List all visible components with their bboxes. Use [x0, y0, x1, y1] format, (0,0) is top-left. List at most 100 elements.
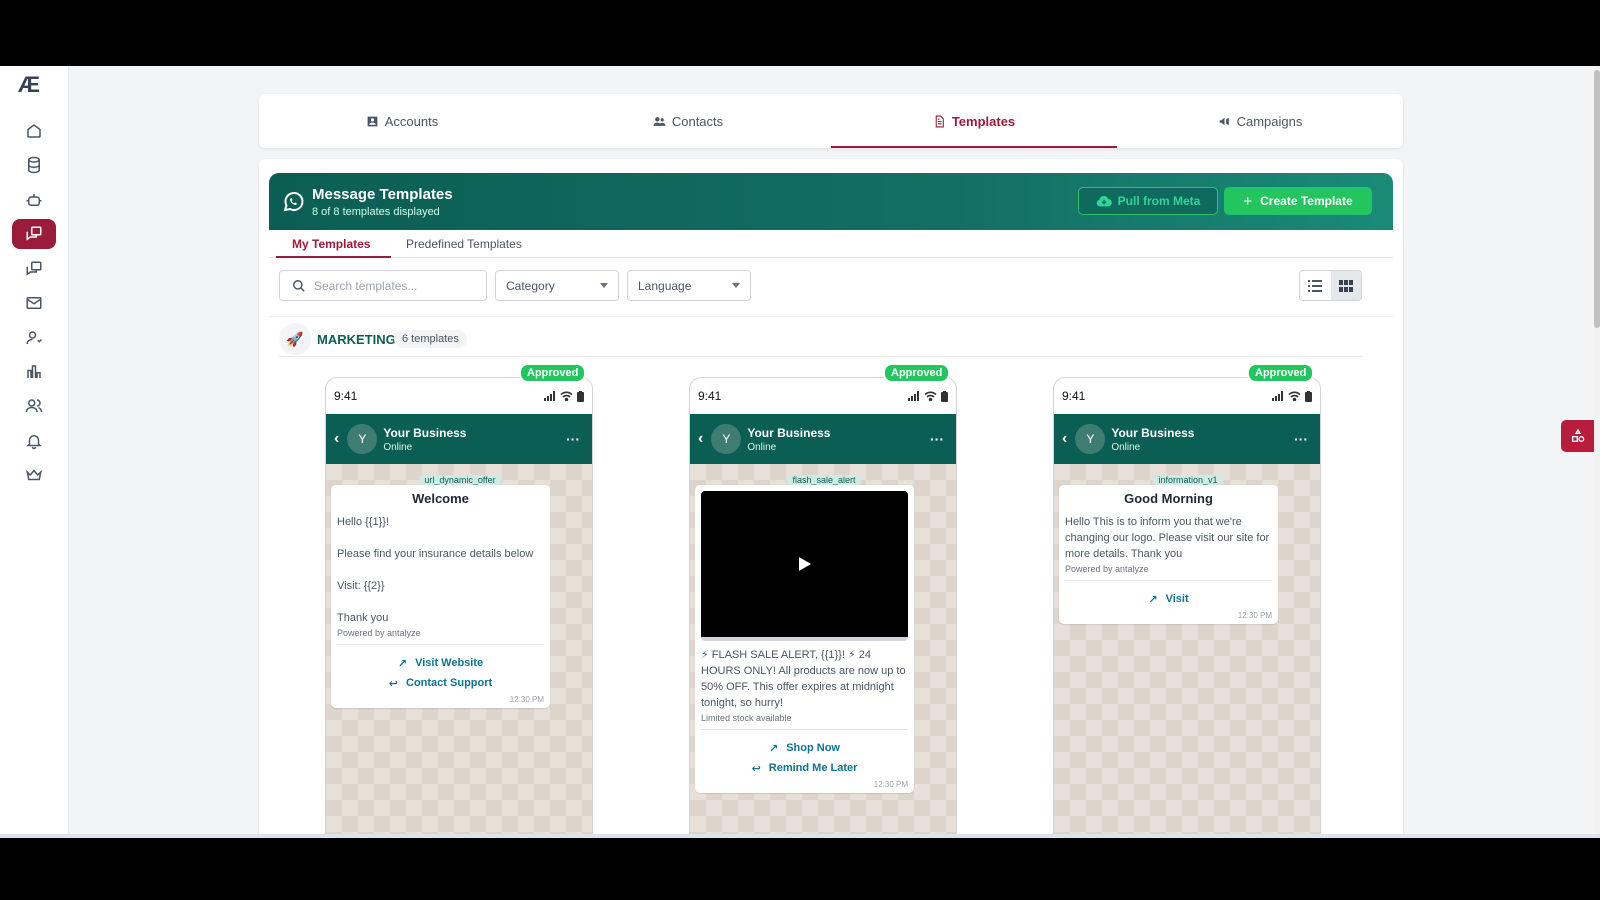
message-bubble: Good Morning Hello This is to inform you…: [1059, 485, 1278, 624]
phone-time: 9:41: [334, 389, 358, 403]
chat-background: information_v1 Good Morning Hello This i…: [1054, 464, 1320, 834]
mail-icon[interactable]: [12, 288, 56, 318]
document-icon: [935, 115, 944, 127]
business-name: Your Business: [1111, 425, 1195, 440]
status-icons: [908, 390, 948, 402]
cloud-download-icon: [1096, 195, 1112, 207]
tab-predefined-templates[interactable]: Predefined Templates: [406, 237, 522, 251]
status-icons: [1272, 390, 1312, 402]
tab-my-templates[interactable]: My Templates: [292, 237, 370, 251]
home-icon[interactable]: [12, 116, 56, 146]
template-name: flash_sale_alert: [787, 475, 861, 485]
grid-icon: [1338, 279, 1353, 292]
templates-chat-icon[interactable]: [12, 219, 56, 249]
bot-icon[interactable]: [12, 185, 56, 215]
account-box-icon: [367, 116, 378, 126]
battery-icon: [1305, 390, 1312, 402]
template-card[interactable]: 9:41 ‹ Y Your Business Online ···: [689, 377, 957, 834]
external-link-icon: ↗: [397, 657, 408, 670]
remind-me-later-button[interactable]: ↩ Remind Me Later: [701, 758, 908, 778]
page-title: Message Templates: [312, 186, 453, 203]
view-toggle: [1299, 270, 1362, 301]
message-body: ⚡ FLASH SALE ALERT, {{1}}! ⚡ 24 HOURS ON…: [701, 649, 906, 709]
wifi-icon: [560, 391, 573, 401]
section-title: MARKETING: [317, 332, 396, 347]
play-icon: [798, 557, 811, 571]
video-preview[interactable]: [701, 491, 908, 641]
page-scrollbar[interactable]: [1594, 66, 1600, 834]
category-select[interactable]: Category: [495, 270, 619, 301]
chevron-down-icon: [600, 283, 608, 288]
signal-icon: [544, 391, 555, 401]
more-icon[interactable]: ···: [930, 431, 944, 447]
create-template-button[interactable]: + Create Template: [1224, 187, 1372, 215]
status-icons: [544, 390, 584, 402]
templates-count-text: 8 of 8 templates displayed: [312, 206, 440, 218]
users-icon[interactable]: [12, 391, 56, 421]
back-arrow-icon[interactable]: ‹: [1062, 430, 1067, 448]
tab-accounts[interactable]: Accounts: [259, 94, 545, 148]
back-arrow-icon[interactable]: ‹: [334, 430, 339, 448]
pull-from-meta-button[interactable]: Pull from Meta: [1078, 187, 1218, 215]
avatar: Y: [711, 424, 742, 454]
phone-status-bar: 9:41: [326, 378, 592, 414]
template-card[interactable]: 9:41 ‹ Y Your Business Online ···: [1053, 377, 1321, 834]
message-time: 12:30 PM: [509, 695, 544, 704]
phone-time: 9:41: [1062, 389, 1086, 403]
list-view-button[interactable]: [1300, 271, 1331, 300]
bell-icon[interactable]: [12, 426, 56, 456]
template-card[interactable]: 9:41 ‹ Y Your Business Online ···: [325, 377, 593, 834]
tab-label: Campaigns: [1236, 113, 1303, 129]
user-settings-icon[interactable]: [12, 323, 56, 353]
floating-widget-button[interactable]: [1561, 420, 1594, 452]
shop-now-button[interactable]: ↗ Shop Now: [701, 738, 908, 758]
templates-banner: Message Templates 8 of 8 templates displ…: [269, 173, 1393, 230]
language-value: Language: [638, 278, 692, 293]
cta-label: Shop Now: [786, 742, 840, 754]
chat-icon[interactable]: [12, 254, 56, 284]
back-arrow-icon[interactable]: ‹: [698, 430, 703, 448]
main-area: Accounts Contacts Templates Campaigns Me…: [69, 66, 1594, 834]
contact-support-button[interactable]: ↩ Contact Support: [337, 673, 544, 693]
message-body: Hello This is to inform you that we're c…: [1065, 516, 1270, 560]
crown-icon[interactable]: [12, 460, 56, 490]
search-input[interactable]: Search templates...: [279, 270, 487, 301]
tab-campaigns[interactable]: Campaigns: [1117, 94, 1403, 148]
external-link-icon: ↗: [769, 742, 779, 755]
chat-header: ‹ Y Your Business Online ···: [326, 414, 592, 464]
filter-bar: Search templates... Category Language: [269, 259, 1393, 317]
phone-status-bar: 9:41: [690, 378, 956, 414]
tab-contacts[interactable]: Contacts: [545, 94, 831, 148]
message-header: Welcome: [412, 491, 469, 506]
message-body: Hello {{1}}! Please find your insurance …: [337, 516, 534, 624]
sub-tabs: My Templates Predefined Templates: [269, 231, 1393, 258]
megaphone-icon: [1219, 117, 1229, 125]
contacts-icon: [653, 116, 666, 126]
message-header: Good Morning: [1124, 491, 1213, 506]
app-logo[interactable]: Æ: [18, 72, 40, 98]
accessibility-icon: [1571, 428, 1584, 442]
more-icon[interactable]: ···: [1294, 431, 1308, 447]
rocket-icon: 🚀: [279, 323, 311, 355]
reply-icon: ↩: [388, 677, 399, 690]
visit-button[interactable]: ↗ Visit: [1065, 589, 1272, 609]
templates-panel: Message Templates 8 of 8 templates displ…: [259, 159, 1403, 834]
message-footer: Limited stock available: [701, 713, 908, 730]
scrollbar-thumb[interactable]: [1594, 70, 1600, 328]
status-badge: Approved: [519, 363, 587, 383]
grid-view-button[interactable]: [1330, 271, 1361, 300]
chat-header: ‹ Y Your Business Online ···: [690, 414, 956, 464]
visit-website-button[interactable]: ↗ Visit Website: [337, 653, 544, 673]
business-info: Your Business Online: [747, 426, 830, 453]
signal-icon: [908, 391, 919, 401]
tab-templates[interactable]: Templates: [831, 94, 1117, 148]
chevron-down-icon: [732, 283, 740, 288]
database-icon[interactable]: [12, 150, 56, 180]
more-icon[interactable]: ···: [566, 431, 580, 447]
language-select[interactable]: Language: [627, 270, 751, 301]
bar-chart-icon[interactable]: [12, 357, 56, 387]
active-tab-indicator: [276, 256, 391, 258]
business-status: Online: [1111, 441, 1141, 453]
search-icon: [293, 279, 305, 292]
battery-icon: [941, 390, 948, 402]
